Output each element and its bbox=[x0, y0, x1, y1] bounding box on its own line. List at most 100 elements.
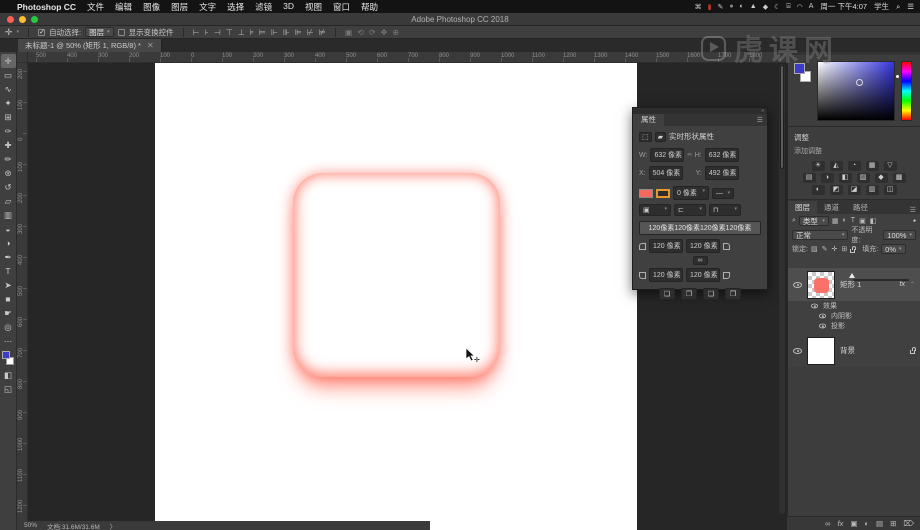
fill-dropdown[interactable]: 0% ▾ bbox=[881, 244, 906, 254]
screen-mode-button[interactable]: ◱ bbox=[1, 382, 16, 396]
3d-slide-icon[interactable]: ⊕ bbox=[392, 28, 399, 37]
distribute-center-icon[interactable]: ⊬ bbox=[307, 28, 314, 37]
switcher-icon[interactable]: ⌘ bbox=[695, 3, 702, 11]
dot-icon[interactable]: ● bbox=[729, 3, 733, 10]
visibility-eye-icon[interactable] bbox=[818, 313, 827, 319]
display-icon[interactable]: ⌸ bbox=[786, 3, 790, 11]
ime-icon[interactable]: A bbox=[809, 3, 814, 10]
move-tool[interactable]: ✛ bbox=[0, 54, 16, 68]
tab-paths[interactable]: 路径 bbox=[846, 201, 875, 214]
pixel-layer-filter-icon[interactable]: ▦ bbox=[832, 217, 839, 225]
type-layer-filter-icon[interactable]: T bbox=[851, 217, 855, 225]
document-tab[interactable]: 未标题-1 @ 50% (矩形 1, RGB/8) * ✕ bbox=[18, 39, 162, 52]
panel-foreground-swatch[interactable] bbox=[794, 63, 805, 74]
link-dimensions-icon[interactable]: ∞ bbox=[687, 152, 691, 158]
shape-layer-filter-icon[interactable]: ▣ bbox=[859, 217, 866, 225]
spotlight-icon[interactable]: ⌕ bbox=[896, 2, 900, 12]
visibility-eye-icon[interactable] bbox=[810, 303, 819, 309]
exposure-icon[interactable]: ▦ bbox=[865, 161, 879, 171]
panel-drag-bar[interactable]: » bbox=[633, 108, 767, 114]
menu-item[interactable]: 视图 bbox=[305, 1, 322, 13]
show-transform-checkbox[interactable] bbox=[117, 28, 125, 36]
hue-saturation-icon[interactable]: ▤ bbox=[802, 173, 816, 183]
shield-icon[interactable]: ◆ bbox=[763, 3, 768, 11]
wifi-icon[interactable]: ◠ bbox=[797, 3, 803, 11]
tab-layers[interactable]: 图层 bbox=[788, 201, 817, 214]
distribute-middle-icon[interactable]: ⊩ bbox=[271, 28, 278, 37]
menu-item[interactable]: 图像 bbox=[143, 1, 160, 13]
black-white-icon[interactable]: ◧ bbox=[838, 173, 852, 183]
rounded-rectangle-shape[interactable] bbox=[293, 173, 500, 377]
3d-roll-icon[interactable]: ⟳ bbox=[369, 28, 376, 37]
menu-clock[interactable]: 周一 下午4:07 bbox=[820, 1, 867, 12]
color-lookup-icon[interactable]: ▩ bbox=[892, 173, 906, 183]
fill-slider[interactable] bbox=[847, 273, 913, 283]
brightness-contrast-icon[interactable]: ☀ bbox=[811, 161, 825, 171]
path-selection-tool[interactable]: ➤ bbox=[1, 278, 16, 292]
menu-item[interactable]: 帮助 bbox=[361, 1, 378, 13]
brush-tool[interactable]: ✏ bbox=[1, 152, 16, 166]
curves-icon[interactable]: ◔ bbox=[847, 161, 861, 171]
menu-item[interactable]: 编辑 bbox=[115, 1, 132, 13]
menu-item[interactable]: 滤镜 bbox=[255, 1, 272, 13]
channel-mixer-icon[interactable]: ◆ bbox=[874, 173, 888, 183]
group-layers-icon[interactable]: ▤ bbox=[876, 519, 883, 528]
opacity-dropdown[interactable]: 100% ▾ bbox=[883, 230, 916, 240]
distribute-left-icon[interactable]: ⊫ bbox=[295, 28, 302, 37]
layer-mask-icon[interactable]: ▣ bbox=[850, 519, 857, 528]
fill-slider-track[interactable] bbox=[853, 279, 909, 281]
stroke-cap-icon[interactable]: ⊏ ▾ bbox=[674, 204, 706, 216]
layer-filter-dropdown[interactable]: 类型 ▾ bbox=[798, 216, 829, 226]
tab-properties[interactable]: 属性 bbox=[633, 114, 664, 126]
stroke-width-dropdown[interactable]: 0 像素 ▾ bbox=[673, 186, 709, 200]
dodge-tool[interactable]: ◑ bbox=[1, 236, 16, 250]
intersect-shape-icon[interactable]: ❑ bbox=[703, 288, 719, 300]
lock-all-icon[interactable] bbox=[850, 245, 857, 253]
adjustment-layer-filter-icon[interactable]: ◐ bbox=[843, 217, 847, 225]
radius-bottom-right-field[interactable]: 120 像素 bbox=[686, 268, 720, 282]
lock-pixels-icon[interactable]: ✎ bbox=[822, 245, 828, 253]
scrollbar-thumb[interactable] bbox=[780, 65, 784, 169]
distribute-bottom-icon[interactable]: ⊪ bbox=[283, 28, 290, 37]
adjustment-layer-icon[interactable]: ◐ bbox=[864, 519, 869, 528]
menu-item[interactable]: 窗口 bbox=[333, 1, 350, 13]
lock-artboard-icon[interactable]: ⊞ bbox=[841, 245, 847, 253]
layer-thumbnail[interactable] bbox=[807, 270, 835, 299]
3d-pan-icon[interactable]: ✥ bbox=[381, 28, 388, 37]
align-center-h-icon[interactable]: ⊦ bbox=[205, 28, 209, 37]
align-top-icon[interactable]: ⊤ bbox=[226, 28, 233, 37]
stroke-align-icon[interactable]: ▣ ▾ bbox=[639, 204, 671, 216]
vibrance-icon[interactable]: ▽ bbox=[883, 161, 897, 171]
filter-search-icon[interactable]: ⌕ bbox=[792, 217, 796, 225]
control-center-icon[interactable]: ☰ bbox=[907, 2, 914, 11]
foreground-color-swatch[interactable] bbox=[1, 351, 10, 359]
distribute-top-icon[interactable]: ⊨ bbox=[259, 28, 266, 37]
delete-layer-icon[interactable]: ⌦ bbox=[903, 519, 914, 528]
radius-top-left-field[interactable]: 120 像素 bbox=[649, 239, 683, 253]
levels-icon[interactable]: ◭ bbox=[829, 161, 843, 171]
photo-filter-icon[interactable]: ▨ bbox=[856, 173, 870, 183]
layer-thumbnail[interactable] bbox=[807, 336, 835, 365]
distribute-width-icon[interactable]: ▣ bbox=[345, 28, 353, 37]
effects-row[interactable]: 效果 bbox=[788, 301, 920, 311]
fill-slider-thumb[interactable] bbox=[849, 273, 855, 278]
clone-stamp-tool[interactable]: ⊛ bbox=[1, 166, 16, 180]
menu-item[interactable]: 3D bbox=[283, 1, 294, 13]
hand-tool[interactable]: ☛ bbox=[1, 306, 16, 320]
status-chevron-icon[interactable]: 〉 bbox=[110, 521, 117, 530]
menu-item[interactable]: 文字 bbox=[199, 1, 216, 13]
radius-bottom-left-field[interactable]: 120 像素 bbox=[649, 268, 683, 282]
minimize-window-button[interactable] bbox=[19, 16, 26, 23]
link-layers-icon[interactable]: ∞ bbox=[825, 519, 830, 528]
subtract-shape-icon[interactable]: ❐ bbox=[681, 288, 697, 300]
zoom-tool[interactable]: ◎ bbox=[1, 320, 16, 334]
layers-menu-icon[interactable]: ☰ bbox=[910, 206, 916, 214]
rectangle-tool[interactable]: ■ bbox=[1, 292, 16, 306]
combine-shapes-icon[interactable]: ❏ bbox=[659, 288, 675, 300]
new-layer-icon[interactable]: ⊞ bbox=[890, 519, 896, 528]
align-bottom-icon[interactable]: ⊧ bbox=[250, 28, 254, 37]
layer-style-icon[interactable]: fx bbox=[838, 519, 844, 528]
visibility-eye-icon[interactable] bbox=[818, 323, 827, 329]
radius-top-right-field[interactable]: 120 像素 bbox=[686, 239, 720, 253]
align-right-icon[interactable]: ⊣ bbox=[214, 28, 221, 37]
